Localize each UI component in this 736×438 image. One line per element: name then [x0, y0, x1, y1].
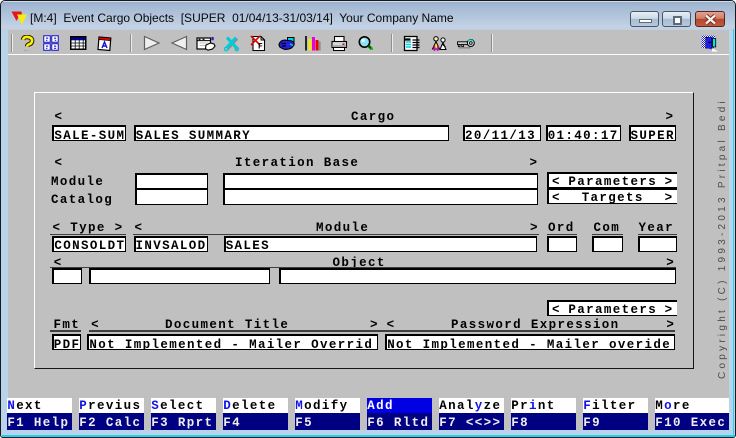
svg-text:F: F	[258, 43, 263, 52]
